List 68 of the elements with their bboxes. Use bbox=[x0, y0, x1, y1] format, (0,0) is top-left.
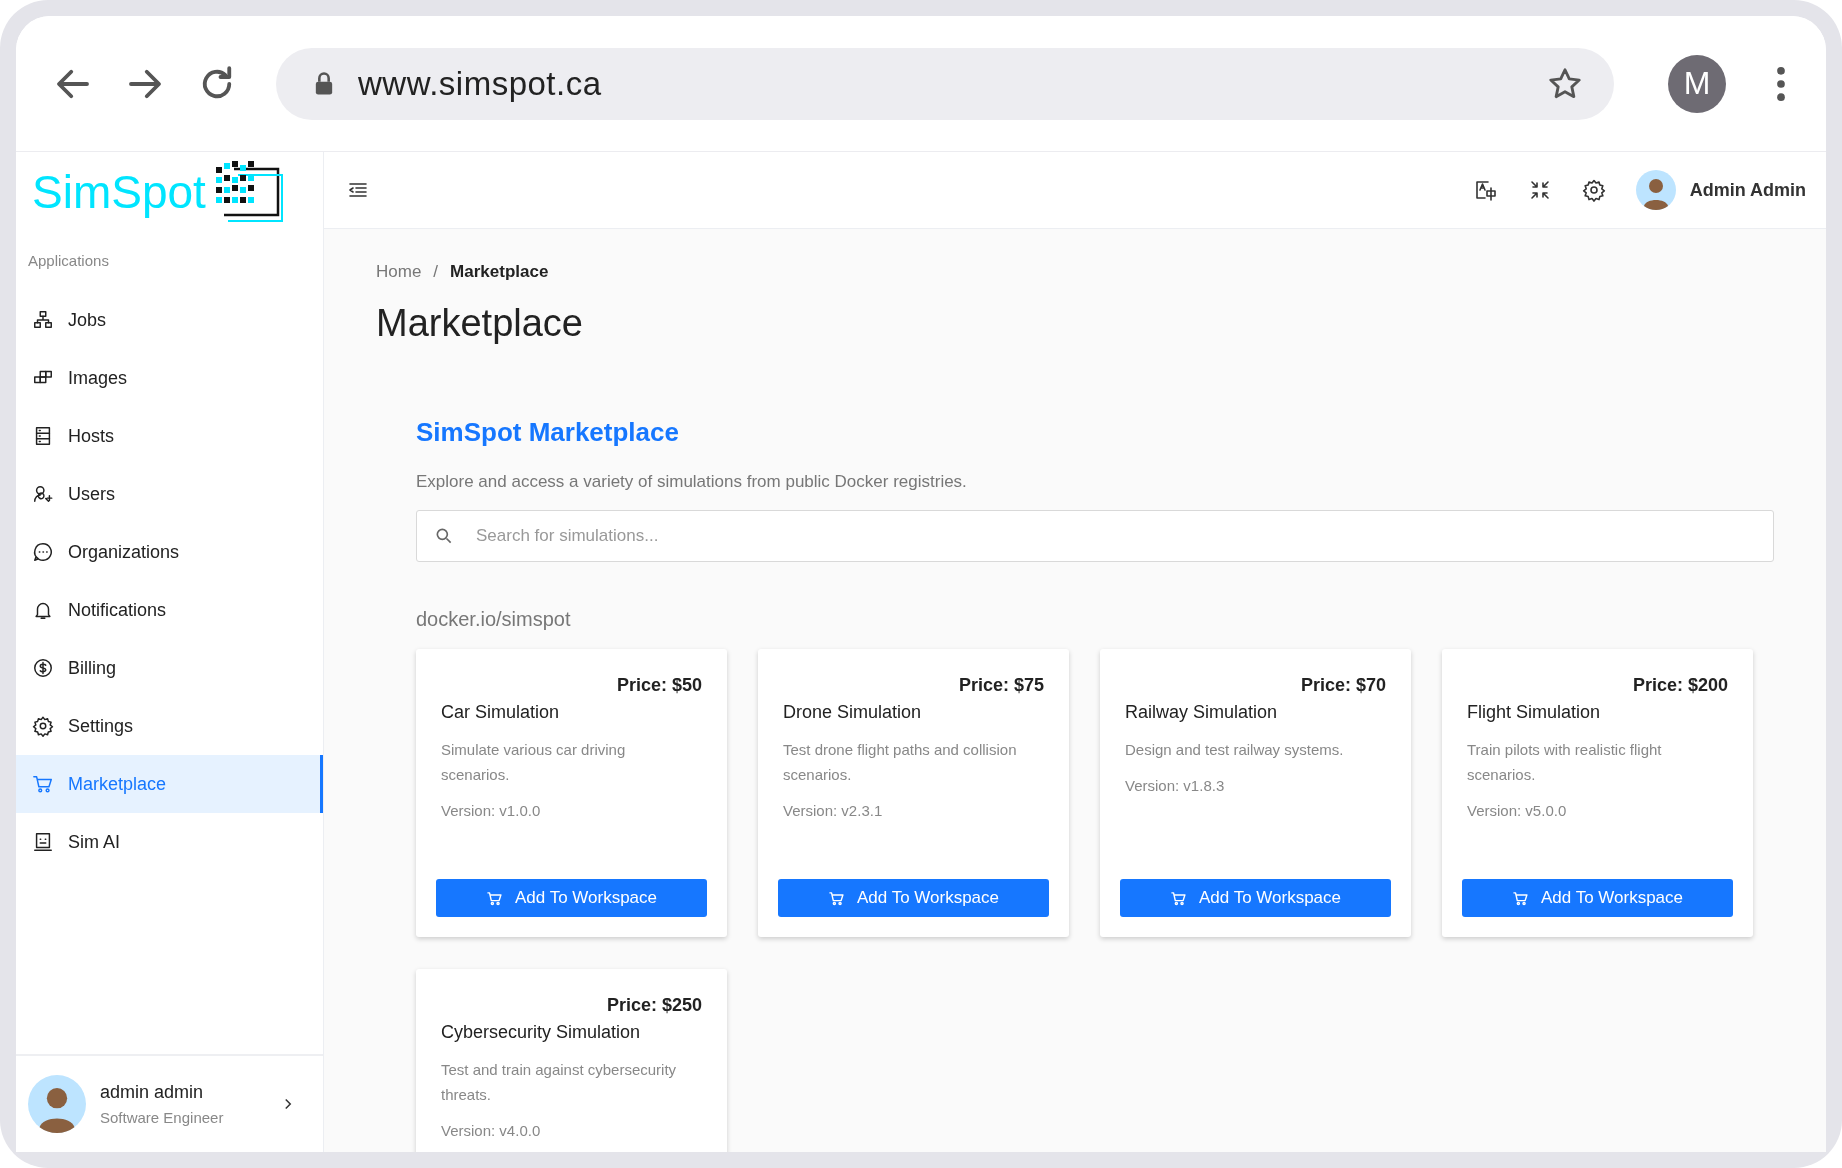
cart-icon bbox=[827, 889, 845, 907]
breadcrumb-link[interactable]: Home bbox=[376, 262, 422, 282]
card-description: Simulate various car driving scenarios. bbox=[441, 740, 627, 785]
sidebar-item[interactable]: Settings bbox=[16, 697, 323, 755]
card-title: Flight Simulation bbox=[1467, 702, 1602, 723]
cart-icon bbox=[32, 773, 54, 795]
avatar-icon bbox=[1635, 170, 1676, 210]
profile-avatar[interactable]: M bbox=[1668, 54, 1726, 113]
user-role: Software Engineer bbox=[100, 1109, 225, 1126]
card-description: Train pilots with realistic flight scenarios. bbox=[1467, 740, 1663, 785]
avatar-icon bbox=[28, 1075, 86, 1133]
version-label: Version: v4.0.0 bbox=[441, 1122, 542, 1139]
card-description: Test drone flight paths and collision scenarios. bbox=[783, 740, 1018, 785]
add-to-workspace-button[interactable]: Add To Workspace bbox=[436, 879, 707, 917]
sidebar-item[interactable]: Jobs bbox=[16, 291, 323, 349]
card-description: Design and test railway systems. bbox=[1125, 740, 1345, 760]
version-label: Version: v5.0.0 bbox=[1467, 802, 1568, 819]
card-title: Railway Simulation bbox=[1125, 702, 1279, 723]
cart-icon bbox=[1511, 889, 1529, 907]
user-name: admin admin bbox=[100, 1082, 205, 1103]
page-title: Marketplace bbox=[376, 302, 584, 345]
sidebar-item[interactable]: Hosts bbox=[16, 407, 323, 465]
card-description: Test and train against cybersecurity threats. bbox=[441, 1060, 678, 1105]
search-icon bbox=[434, 526, 454, 546]
url-text: www.simspot.ca bbox=[358, 64, 603, 103]
robot-icon bbox=[32, 831, 54, 853]
menu-icon[interactable] bbox=[1776, 65, 1786, 102]
sidebar-item[interactable]: Organizations bbox=[16, 523, 323, 581]
price-label: Price: $70 bbox=[1300, 675, 1386, 696]
add-to-workspace-button[interactable]: Add To Workspace bbox=[778, 879, 1049, 917]
logo-text: SimSpot bbox=[32, 165, 206, 219]
logo-icon bbox=[213, 161, 284, 223]
version-label: Version: v1.0.0 bbox=[441, 802, 542, 819]
sitemap-icon bbox=[32, 309, 54, 331]
version-label: Version: v2.3.1 bbox=[783, 802, 884, 819]
registry-heading: docker.io/simspot bbox=[416, 608, 572, 631]
add-to-workspace-button[interactable]: Add To Workspace bbox=[1462, 879, 1733, 917]
price-label: Price: $50 bbox=[616, 675, 702, 696]
sidebar-item[interactable]: Images bbox=[16, 349, 323, 407]
version-label: Version: v1.8.3 bbox=[1125, 777, 1226, 794]
cart-icon bbox=[1169, 889, 1187, 907]
address-bar[interactable]: www.simspot.ca bbox=[276, 47, 1614, 120]
section-description: Explore and access a variety of simulations from public Docker registries. bbox=[416, 472, 968, 492]
search-field[interactable]: Search for simulations... bbox=[416, 510, 1774, 562]
chat-icon bbox=[32, 541, 54, 563]
gear-icon bbox=[32, 715, 54, 737]
sidebar-item[interactable]: Notifications bbox=[16, 581, 323, 639]
user-card[interactable]: admin admin Software Engineer bbox=[16, 1054, 323, 1152]
price-label: Price: $250 bbox=[606, 995, 702, 1016]
sidebar-item[interactable]: Users bbox=[16, 465, 323, 523]
translate-icon[interactable] bbox=[1473, 178, 1498, 202]
dollar-icon bbox=[32, 657, 54, 679]
card-title: Cybersecurity Simulation bbox=[441, 1022, 642, 1043]
section-title: SimSpot Marketplace bbox=[416, 417, 680, 448]
cart-icon bbox=[485, 889, 503, 907]
users-icon bbox=[32, 483, 54, 505]
sidebar-item[interactable]: Marketplace bbox=[16, 755, 323, 813]
card-title: Drone Simulation bbox=[783, 702, 923, 723]
add-to-workspace-button[interactable]: Add To Workspace bbox=[1120, 879, 1391, 917]
sidebar-item[interactable]: Sim AI bbox=[16, 813, 323, 871]
settings-icon[interactable] bbox=[1581, 178, 1606, 202]
card-title: Car Simulation bbox=[441, 702, 561, 723]
sidebar-item[interactable]: Billing bbox=[16, 639, 323, 697]
section-label: Applications bbox=[27, 251, 110, 269]
price-label: Price: $75 bbox=[958, 675, 1044, 696]
price-label: Price: $200 bbox=[1632, 675, 1728, 696]
breadcrumb-separator: / bbox=[433, 262, 439, 282]
user-menu[interactable]: Admin Admin bbox=[1635, 170, 1806, 210]
